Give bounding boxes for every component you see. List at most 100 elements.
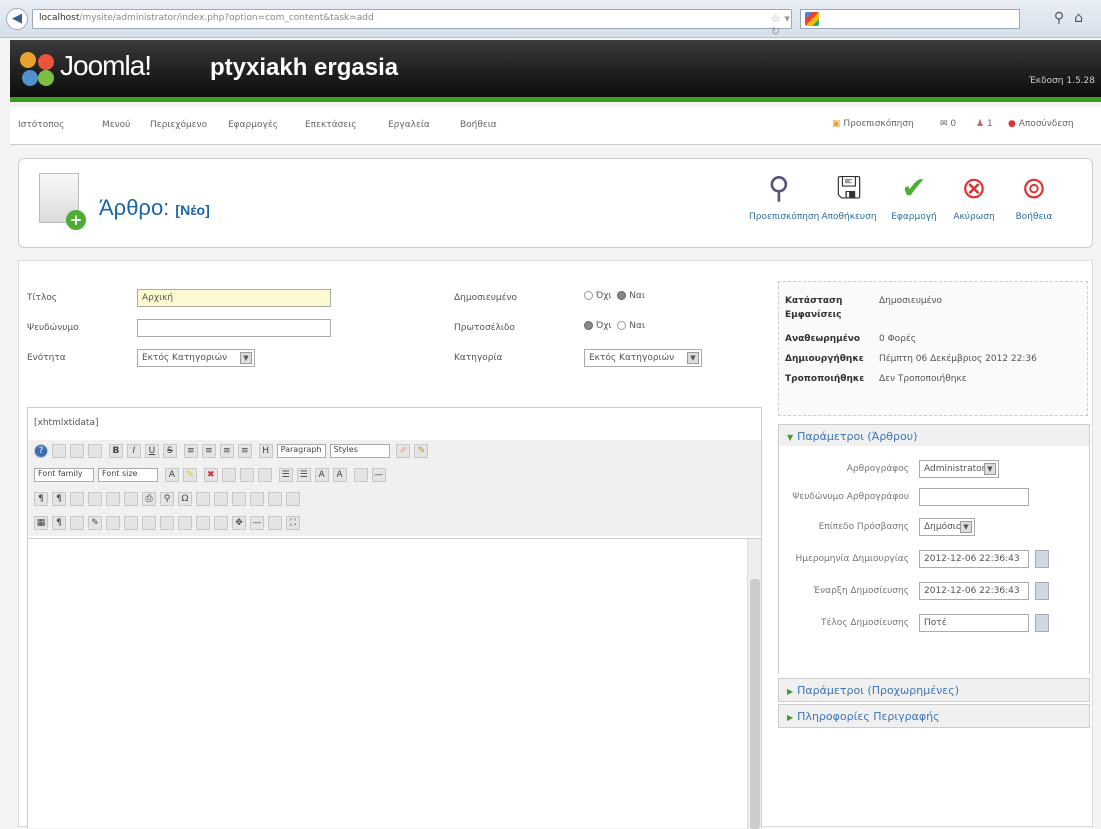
- image-icon: [353, 468, 368, 482]
- menu-content[interactable]: Περιεχόμενο: [150, 120, 207, 130]
- toolbar-panel: + Άρθρο: [Νέο] ⚲ Προεπισκόπηση 🖫 Αποθήκε…: [18, 158, 1093, 248]
- template-icon: [196, 516, 210, 530]
- cell-icon: [286, 492, 300, 506]
- messages-count[interactable]: ✉ 0: [940, 119, 956, 129]
- menu-help[interactable]: Βοήθεια: [460, 120, 497, 130]
- arrow-right-icon: ▶: [787, 713, 794, 722]
- scroll-thumb[interactable]: [750, 579, 760, 829]
- cancel-button[interactable]: ⊗ Ακύρωση: [944, 167, 1004, 237]
- align-left-icon: ≡: [183, 444, 198, 458]
- sidebar-panel: Κατάσταση Δημοσιευμένο Εμφανίσεις Αναθεω…: [776, 261, 1094, 828]
- preview-link[interactable]: ▣ Προεπισκόπηση: [832, 119, 914, 129]
- author-alias-label: Ψευδώνυμο Αρθρογράφου: [792, 492, 909, 502]
- move-icon: ✥: [232, 516, 246, 530]
- address-bar[interactable]: localhost/mysite/administrator/index.php…: [32, 9, 792, 38]
- editor-toolbar-row-1[interactable]: ? BIUS ≡ ≡ ≡ ≡ H Paragraph Styles ✐ ✎: [28, 440, 761, 464]
- floppy-icon: 🖫: [836, 171, 862, 206]
- publish-up-input[interactable]: 2012-12-06 22:36:43: [919, 582, 1029, 600]
- help-icon: ?: [34, 444, 48, 458]
- metadata-accordion[interactable]: ▶ Πληροφορίες Περιγραφής: [778, 704, 1090, 728]
- menu-menus[interactable]: Μενού: [102, 120, 130, 130]
- menu-site[interactable]: Ιστότοπος: [18, 120, 64, 130]
- layer-icon: [214, 516, 228, 530]
- title-input[interactable]: Αρχική: [137, 289, 331, 307]
- created-date-input[interactable]: 2012-12-06 22:36:43: [919, 550, 1029, 568]
- alias-input[interactable]: [137, 319, 331, 337]
- author-select[interactable]: Administrator ▼: [919, 460, 999, 478]
- split-icon: [268, 492, 282, 506]
- eraser-icon: ✐: [396, 444, 411, 458]
- article-form: Τίτλος Αρχική Ψευδώνυμο Ενότητα Εκτός Κα…: [19, 261, 771, 829]
- calendar-icon[interactable]: [1035, 582, 1049, 600]
- admin-header: Joomla! ptyxiakh ergasia Έκδοση 1.5.28: [10, 40, 1101, 102]
- page-subtitle: [Νέο]: [175, 202, 210, 218]
- magnifier-icon: ⚲: [768, 171, 790, 206]
- copy-icon: [221, 468, 236, 482]
- acronym-icon: [124, 516, 138, 530]
- menu-tools[interactable]: Εργαλεία: [388, 120, 430, 130]
- help-label: Βοήθεια: [1015, 212, 1053, 222]
- search-box[interactable]: [800, 9, 1020, 29]
- merge-icon: [250, 492, 264, 506]
- ins-icon: [160, 516, 174, 530]
- created-label: Δημιουργήθηκε: [785, 354, 864, 364]
- advanced-params-accordion[interactable]: ▶ Παράμετροι (Προχωρημένες): [778, 678, 1090, 702]
- editor-toolbar-row-2[interactable]: Font family Font size A ✎ ✖ ☰ ☰ A A —: [28, 464, 761, 488]
- preview-button[interactable]: ⚲ Προεπισκόπηση: [749, 167, 819, 237]
- browser-actions[interactable]: ⚲⌂: [1054, 10, 1093, 26]
- bullet-list-icon: ☰: [278, 468, 293, 482]
- menu-components[interactable]: Εφαρμογές: [228, 120, 278, 130]
- chevron-down-icon: ▼: [984, 463, 996, 475]
- article-info-box: Κατάσταση Δημοσιευμένο Εμφανίσεις Αναθεω…: [778, 281, 1088, 416]
- frontpage-radio[interactable]: Όχι Ναι: [584, 321, 645, 331]
- url-path: /mysite/administrator/index.php?option=c…: [79, 13, 374, 23]
- created-value: Πέμπτη 06 Δεκέμβριος 2012 22:36: [879, 354, 1037, 364]
- text-color-icon: A: [164, 468, 179, 482]
- calendar-icon[interactable]: [1035, 614, 1049, 632]
- menu-extensions[interactable]: Επεκτάσεις: [305, 120, 357, 130]
- del-icon: [142, 516, 156, 530]
- bold-icon: B: [108, 444, 123, 458]
- state-value: Δημοσιευμένο: [879, 296, 943, 306]
- row-icon: [214, 492, 228, 506]
- editor-scrollbar[interactable]: [747, 539, 761, 829]
- preview-icon: ▣: [832, 119, 841, 129]
- editor-toolbar-row-4[interactable]: ▦ ¶ ✎ ✥ — ⛶: [28, 512, 761, 536]
- search-replace-icon: ⚲: [160, 492, 174, 506]
- browser-toolbar: ◀ localhost/mysite/administrator/index.p…: [0, 0, 1101, 38]
- section-select[interactable]: Εκτός Κατηγοριών ▼: [137, 349, 255, 367]
- underline-icon: U: [144, 444, 159, 458]
- editor-toolbar-row-3[interactable]: ¶ ¶ ⎙ ⚲ Ω: [28, 488, 761, 512]
- print-icon: ⎙: [142, 492, 156, 506]
- help-button[interactable]: ⊚ Βοήθεια: [1004, 167, 1064, 237]
- access-select[interactable]: Δημόσιο ▼: [919, 518, 975, 536]
- attribute-icon: [178, 516, 192, 530]
- apply-button[interactable]: ✔ Εφαρμογή: [884, 167, 944, 237]
- category-label: Κατηγορία: [454, 353, 503, 363]
- params-accordion-header[interactable]: ▼ Παράμετροι (Άρθρου): [778, 424, 1090, 448]
- published-radio[interactable]: Όχι Ναι: [584, 291, 645, 301]
- find-icon: [257, 468, 272, 482]
- editor-content-area[interactable]: [28, 538, 761, 829]
- logout-link[interactable]: ● Αποσύνδεση: [1008, 119, 1074, 129]
- font-family-select: Font family: [34, 468, 94, 482]
- chevron-down-icon: ▼: [687, 352, 699, 364]
- publish-down-input[interactable]: Ποτέ: [919, 614, 1029, 632]
- preview-label: Προεπισκόπηση: [749, 212, 820, 222]
- numbered-list-icon: ☰: [296, 468, 311, 482]
- author-alias-input[interactable]: [919, 488, 1029, 506]
- strikethrough-icon: S: [162, 444, 177, 458]
- category-select[interactable]: Εκτός Κατηγοριών ▼: [584, 349, 702, 367]
- publish-up-label: Έναρξη Δημοσίευσης: [813, 586, 909, 596]
- calendar-icon[interactable]: [1035, 550, 1049, 568]
- redo-icon: [88, 444, 102, 458]
- revised-value: 0 Φορές: [879, 334, 917, 344]
- back-button[interactable]: ◀: [6, 8, 28, 30]
- save-button[interactable]: 🖫 Αποθήκευση: [819, 167, 879, 237]
- unlink-icon: [106, 492, 120, 506]
- users-count[interactable]: ♟ 1: [976, 119, 993, 129]
- page-title: Άρθρο: [Νέο]: [99, 195, 210, 220]
- pencil-icon: ✎: [88, 516, 102, 530]
- bookmark-star-icon[interactable]: ☆ ▾ ↻: [771, 12, 791, 38]
- paste-icon: [239, 468, 254, 482]
